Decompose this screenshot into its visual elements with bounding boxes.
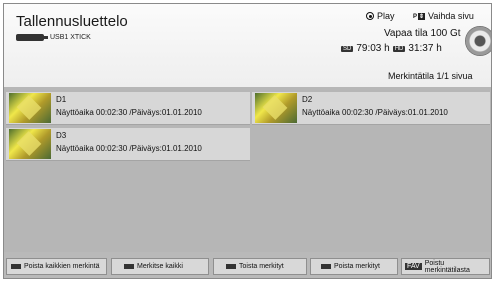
play-marked-button[interactable]: Toista merkityt	[213, 258, 307, 275]
mark-mode-page: Merkintätila 1/1 sivua	[388, 71, 473, 81]
ok-button-icon	[366, 12, 374, 20]
yellow-key-icon	[226, 264, 236, 269]
usb-device: USB1 XTICK	[16, 34, 91, 41]
recording-title: D1	[56, 95, 67, 104]
delete-marked-label: Poista merkityt	[334, 263, 380, 270]
free-space: Vapaa tila 100 Gt	[384, 28, 461, 39]
recording-thumbnail	[9, 129, 51, 159]
recording-detail: Näyttöaika 00:02:30 /Päiväys:01.01.2010	[302, 108, 448, 117]
blue-key-icon	[321, 264, 331, 269]
recordings-screen: Tallennusluettelo USB1 XTICK Play P ⇕ Vai…	[3, 3, 492, 279]
footer-bar: Poista kaikkien merkintä Merkitse kaikki…	[4, 254, 491, 278]
recording-list: D1 Näyttöaika 00:02:30 /Päiväys:01.01.20…	[4, 87, 491, 252]
device-label: USB1 XTICK	[50, 34, 91, 41]
mark-all-button[interactable]: Merkitse kaikki	[111, 258, 209, 275]
green-key-icon	[124, 264, 134, 269]
recording-detail: Näyttöaika 00:02:30 /Päiväys:01.01.2010	[56, 108, 202, 117]
sd-time: 79:03 h	[356, 43, 390, 54]
page-key-icon: P ⇕	[413, 12, 426, 20]
recording-detail: Näyttöaika 00:02:30 /Päiväys:01.01.2010	[56, 144, 202, 153]
usb-icon	[16, 34, 48, 41]
delete-marked-button[interactable]: Poista merkityt	[310, 258, 398, 275]
play-marked-label: Toista merkityt	[239, 263, 284, 270]
recording-thumbnail	[9, 93, 51, 123]
unmark-all-button[interactable]: Poista kaikkien merkintä	[6, 258, 107, 275]
unmark-all-label: Poista kaikkien merkintä	[24, 263, 100, 270]
fav-key-icon: FAV	[405, 263, 422, 270]
recording-title: D2	[302, 95, 313, 104]
recording-title: D3	[56, 131, 67, 140]
hd-badge: HD	[392, 45, 406, 52]
red-key-icon	[11, 264, 21, 269]
exit-mark-mode-label: Poistu merkintätilasta	[424, 259, 470, 274]
remaining-times: SD 79:03 h HD 31:37 h	[341, 43, 442, 54]
recording-item-d3[interactable]: D3 Näyttöaika 00:02:30 /Päiväys:01.01.20…	[6, 128, 250, 161]
recording-thumbnail	[255, 93, 297, 123]
header-panel: Tallennusluettelo USB1 XTICK Play P ⇕ Vai…	[4, 4, 491, 87]
sd-badge: SD	[341, 45, 354, 52]
recording-item-d1[interactable]: D1 Näyttöaika 00:02:30 /Päiväys:01.01.20…	[6, 92, 250, 125]
page-title: Tallennusluettelo	[16, 13, 128, 30]
exit-mark-mode-button[interactable]: FAV Poistu merkintätilasta	[401, 258, 490, 275]
disc-usage-icon	[465, 26, 491, 56]
mark-all-label: Merkitse kaikki	[137, 263, 183, 270]
change-page-label: Vaihda sivu	[428, 11, 474, 21]
play-label: Play	[377, 11, 395, 21]
play-hint[interactable]: Play	[366, 11, 395, 21]
hd-time: 31:37 h	[408, 43, 442, 54]
recording-item-d2[interactable]: D2 Näyttöaika 00:02:30 /Päiväys:01.01.20…	[252, 92, 490, 125]
change-page-hint[interactable]: P ⇕ Vaihda sivu	[413, 11, 474, 21]
